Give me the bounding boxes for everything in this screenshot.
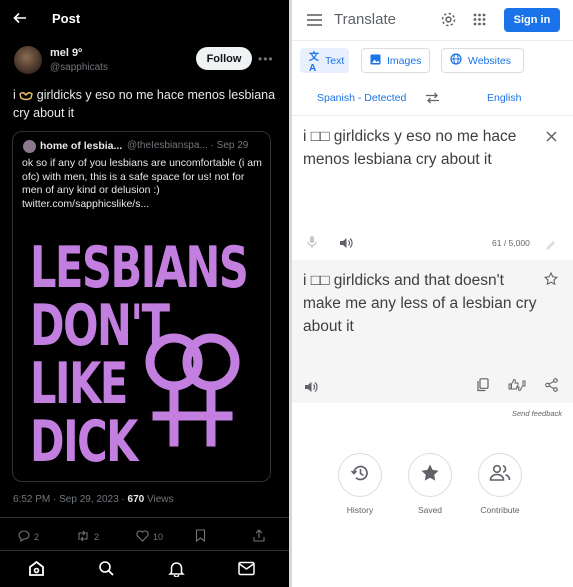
like-count: 10 xyxy=(153,532,164,542)
translation-output-text: i □□ girldicks and that doesn't make me … xyxy=(303,272,537,335)
saved-button[interactable] xyxy=(408,453,452,497)
messages-icon[interactable] xyxy=(238,561,255,581)
quote-handle-time: @theIesbianspa... · Sep 29 xyxy=(127,140,249,151)
page-title: Post xyxy=(52,11,81,26)
listen-source-icon[interactable] xyxy=(339,236,353,254)
repost-button[interactable]: 2 xyxy=(76,530,99,544)
reply-button[interactable]: 2 xyxy=(17,530,39,544)
star-icon xyxy=(420,463,440,488)
views-count[interactable]: 670 xyxy=(128,494,145,505)
reply-icon xyxy=(17,530,30,544)
more-options-icon[interactable]: ••• xyxy=(258,52,274,66)
sign-in-button[interactable]: Sign in xyxy=(504,8,560,32)
repost-count: 2 xyxy=(94,532,100,542)
globe-icon xyxy=(450,53,462,68)
bookmark-icon[interactable] xyxy=(195,529,206,547)
double-venus-symbol-icon xyxy=(137,330,249,459)
tweet-panel: Post mel 9º @sapphicats Follow ••• i gir… xyxy=(0,0,289,587)
lang-row-divider xyxy=(292,115,573,116)
tweet-text-prefix: i xyxy=(13,88,16,102)
share-translation-icon[interactable] xyxy=(545,378,558,397)
clear-text-icon[interactable] xyxy=(546,129,557,147)
quote-tweet-card[interactable]: home of lesbia... @theIesbianspa... · Se… xyxy=(12,131,271,482)
settings-gear-icon[interactable] xyxy=(440,11,457,33)
target-language-button[interactable]: English xyxy=(487,92,521,104)
copy-icon[interactable] xyxy=(477,378,489,397)
poster-line-1: LESBIANS xyxy=(30,235,249,301)
websites-mode-button[interactable]: Websites xyxy=(441,48,524,73)
source-language-button[interactable]: Spanish - Detected xyxy=(317,92,406,104)
author-name[interactable]: mel 9º xyxy=(50,47,82,59)
edit-pencil-icon xyxy=(545,238,556,256)
tweet-timestamp[interactable]: 6:52 PM · Sep 29, 2023 · xyxy=(13,494,125,505)
saved-label: Saved xyxy=(417,505,443,515)
translate-text-icon: 文A xyxy=(309,51,319,74)
listen-translation-icon[interactable] xyxy=(304,380,318,398)
bottom-nav xyxy=(0,550,289,587)
microphone-icon[interactable] xyxy=(307,235,317,254)
apps-grid-icon[interactable] xyxy=(473,13,486,31)
notifications-bell-icon[interactable] xyxy=(168,560,185,582)
follow-button[interactable]: Follow xyxy=(196,47,252,70)
save-translation-star-icon[interactable] xyxy=(543,271,559,291)
history-icon xyxy=(350,463,370,488)
people-icon xyxy=(489,464,511,487)
author-handle[interactable]: @sapphicats xyxy=(50,62,108,73)
history-button[interactable] xyxy=(338,453,382,497)
back-arrow-icon[interactable] xyxy=(12,10,28,26)
home-icon[interactable] xyxy=(28,560,45,582)
character-count: 61 / 5,000 xyxy=(492,238,530,248)
tweet-text: i girldicks y eso no me hace menos lesbi… xyxy=(13,87,283,121)
text-mode-button[interactable]: 文A Text xyxy=(300,48,349,74)
websites-mode-label: Websites xyxy=(468,54,511,67)
like-button[interactable]: 10 xyxy=(136,530,163,544)
images-mode-label: Images xyxy=(387,54,422,67)
avatar[interactable] xyxy=(14,46,42,74)
send-feedback-link[interactable]: Send feedback xyxy=(512,409,562,418)
actions-divider xyxy=(0,517,289,518)
repost-icon xyxy=(76,530,90,544)
contribute-label: Contribute xyxy=(480,505,520,515)
heart-icon xyxy=(136,530,149,544)
quote-image[interactable]: LESBIANS DON'T LIKE DICK xyxy=(20,212,263,476)
contribute-button[interactable] xyxy=(478,453,522,497)
app-title: Translate xyxy=(334,11,396,28)
header-divider xyxy=(292,40,573,41)
image-icon xyxy=(370,54,381,68)
source-text-input[interactable]: i □□ girldicks y eso no me hace menos le… xyxy=(303,125,531,171)
tweet-meta: 6:52 PM · Sep 29, 2023 · 670 Views xyxy=(13,494,173,505)
search-icon[interactable] xyxy=(98,560,115,582)
tweet-text-body: girldicks y eso no me hace menos lesbian… xyxy=(13,88,276,120)
rate-translation-icon[interactable] xyxy=(508,378,526,397)
swap-languages-icon[interactable] xyxy=(425,91,440,109)
images-mode-button[interactable]: Images xyxy=(361,48,430,73)
translate-panel: Translate Sign in 文A Text Images Website… xyxy=(292,0,573,587)
quote-text: ok so if any of you lesbians are uncomfo… xyxy=(22,157,262,210)
sign-emoji-icon xyxy=(19,89,34,105)
hamburger-menu-icon[interactable] xyxy=(307,13,322,31)
reply-count: 2 xyxy=(34,532,40,542)
history-label: History xyxy=(346,505,374,515)
share-icon[interactable] xyxy=(253,529,265,547)
quote-author-name: home of lesbia... xyxy=(40,140,123,152)
quote-avatar xyxy=(23,140,36,153)
text-mode-label: Text xyxy=(325,54,345,67)
views-label: Views xyxy=(146,494,174,505)
